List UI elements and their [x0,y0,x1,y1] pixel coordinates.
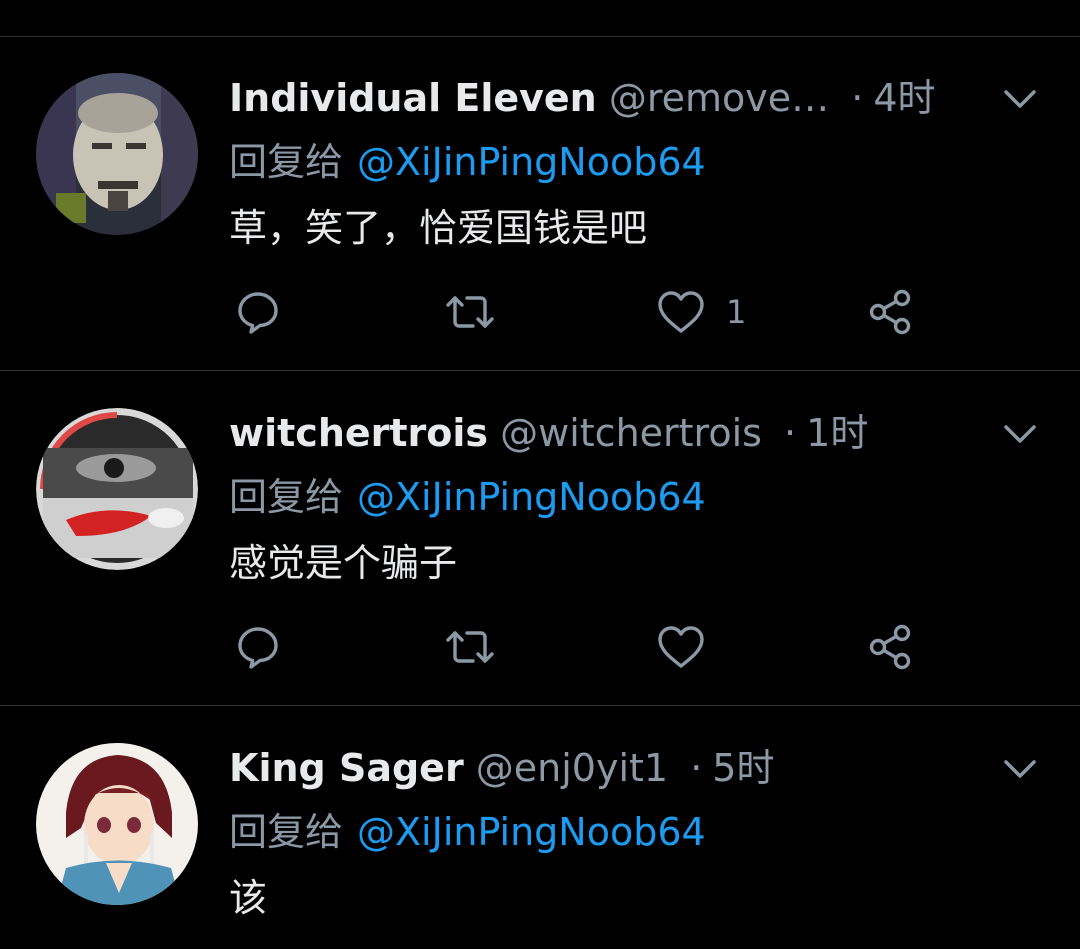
mention-link[interactable]: @XiJinPingNoob64 [343,475,706,519]
reply-button[interactable] [234,622,282,672]
reply-button[interactable] [234,287,282,337]
tweet-reply[interactable]: witchertrois @witchertrois · 1时 回复给 @XiJin… [0,372,1080,706]
avatar[interactable] [36,408,198,570]
timestamp[interactable]: 1时 [806,411,868,455]
share-icon [869,624,911,670]
timestamp[interactable]: 4时 [873,76,935,120]
chevron-down-icon[interactable] [1000,749,1040,789]
like-button[interactable]: 1 [656,287,746,337]
retweet-icon [446,296,494,328]
retweet-button[interactable] [444,622,496,672]
retweet-button[interactable] [444,287,496,337]
tweet-divider [0,370,1080,371]
share-icon [869,289,911,335]
tweet-reply[interactable]: Individual Eleven @remove… · 4时 回复给 @XiJin… [0,37,1080,371]
avatar[interactable] [36,743,198,905]
replying-to-label: 回复给 [229,140,344,184]
mention-link[interactable]: @XiJinPingNoob64 [343,140,706,184]
replying-to: 回复给 @XiJinPingNoob64 [229,472,706,522]
separator: · [784,411,797,455]
tweet-divider [0,705,1080,706]
retweet-icon [446,631,494,663]
replying-to: 回复给 @XiJinPingNoob64 [229,137,706,187]
chevron-down-icon[interactable] [1000,414,1040,454]
user-handle[interactable]: @remove… [609,76,829,120]
share-button[interactable] [866,622,916,672]
display-name[interactable]: Individual Eleven [229,76,597,120]
tweet-reply[interactable]: King Sager @enj0yit1 · 5时 回复给 @XiJinPingNo… [0,707,1080,949]
separator: · [851,76,864,120]
display-name[interactable]: King Sager [229,746,464,790]
separator: · [690,746,703,790]
heart-icon [658,626,704,668]
reply-icon [238,292,278,334]
chevron-down-icon[interactable] [1000,79,1040,119]
tweet-text: 草，笑了，恰爱国钱是吧 [229,206,648,250]
heart-icon [658,291,704,333]
replying-to: 回复给 @XiJinPingNoob64 [229,807,706,857]
reply-icon [238,627,278,669]
timestamp[interactable]: 5时 [712,746,774,790]
user-handle[interactable]: @witchertrois [500,411,762,455]
tweet-header: witchertrois @witchertrois · 1时 [229,407,989,459]
tweet-header: Individual Eleven @remove… · 4时 [229,72,989,124]
tweet-header: King Sager @enj0yit1 · 5时 [229,742,989,794]
mention-link[interactable]: @XiJinPingNoob64 [343,810,706,854]
replying-to-label: 回复给 [229,475,344,519]
share-button[interactable] [866,287,916,337]
tweet-text: 感觉是个骗子 [229,541,458,585]
display-name[interactable]: witchertrois [229,411,488,455]
tweet-text: 该 [229,876,268,920]
like-count: 1 [726,293,747,331]
user-handle[interactable]: @enj0yit1 [476,746,668,790]
avatar[interactable] [36,73,198,235]
replying-to-label: 回复给 [229,810,344,854]
like-button[interactable] [656,622,706,672]
